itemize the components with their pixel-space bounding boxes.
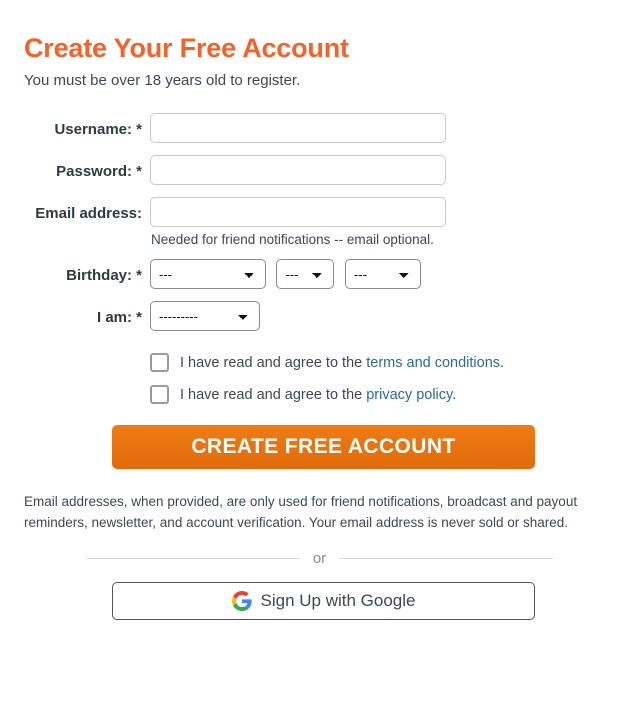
email-help-text: Needed for friend notifications -- email… <box>151 232 434 247</box>
password-input[interactable] <box>150 155 446 185</box>
username-input[interactable] <box>150 113 446 143</box>
divider-line-right <box>339 557 553 559</box>
google-button-wrap: Sign Up with Google <box>24 581 615 620</box>
birthday-label: Birthday: * <box>66 267 142 284</box>
birthday-year-select[interactable]: --- <box>344 259 421 289</box>
email-row: Email address: Needed for friend notific… <box>24 197 615 247</box>
email-field-wrap: Needed for friend notifications -- email… <box>150 197 615 247</box>
username-row: Username: * <box>24 113 615 143</box>
submit-button-wrap: CREATE FREE ACCOUNT <box>24 425 615 469</box>
page-subtitle: You must be over 18 years old to registe… <box>24 72 301 89</box>
create-free-account-button[interactable]: CREATE FREE ACCOUNT <box>112 425 535 469</box>
iam-label: I am: * <box>96 309 142 326</box>
password-field-wrap <box>150 155 615 185</box>
birthday-row: Birthday: * --- --- --- <box>24 259 615 289</box>
email-disclaimer: Email addresses, when provided, are only… <box>24 494 578 530</box>
birthday-day-select[interactable]: --- <box>276 259 335 289</box>
privacy-checkbox-row[interactable]: I have read and agree to the privacy pol… <box>150 385 615 404</box>
privacy-text-after: . <box>452 386 457 403</box>
registration-page: Create Your Free Account You must be ove… <box>0 33 639 705</box>
email-input[interactable] <box>150 197 446 227</box>
registration-form: Username: * Password: * Email address: N… <box>24 113 615 469</box>
page-title: Create Your Free Account <box>24 33 349 63</box>
iam-select[interactable]: --------- <box>150 301 260 331</box>
divider-line-left <box>86 557 300 559</box>
birthday-month-select[interactable]: --- <box>150 259 266 289</box>
password-label: Password: * <box>56 163 142 180</box>
username-field-wrap <box>150 113 615 143</box>
google-button-label: Sign Up with Google <box>260 590 416 610</box>
terms-checkbox[interactable] <box>150 353 169 372</box>
terms-text-before: I have read and agree to the <box>180 354 367 371</box>
password-row: Password: * <box>24 155 615 185</box>
terms-checkbox-label: I have read and agree to the terms and c… <box>180 355 504 371</box>
google-g-icon <box>231 590 252 611</box>
divider-label: or <box>312 549 327 567</box>
sign-up-with-google-button[interactable]: Sign Up with Google <box>112 581 535 620</box>
privacy-text-before: I have read and agree to the <box>180 386 367 403</box>
or-divider: or <box>24 550 615 567</box>
privacy-checkbox[interactable] <box>150 385 169 404</box>
terms-text-after: . <box>500 354 505 371</box>
email-label: Email address: <box>35 205 142 222</box>
iam-field-wrap: --------- <box>150 301 615 331</box>
privacy-policy-link[interactable]: privacy policy <box>366 387 452 403</box>
username-label: Username: * <box>54 121 142 138</box>
iam-row: I am: * --------- <box>24 301 615 331</box>
privacy-checkbox-label: I have read and agree to the privacy pol… <box>180 387 456 403</box>
terms-and-conditions-link[interactable]: terms and conditions <box>366 355 500 371</box>
birthday-field-wrap: --- --- --- <box>150 259 615 289</box>
terms-checkbox-row[interactable]: I have read and agree to the terms and c… <box>150 353 615 372</box>
